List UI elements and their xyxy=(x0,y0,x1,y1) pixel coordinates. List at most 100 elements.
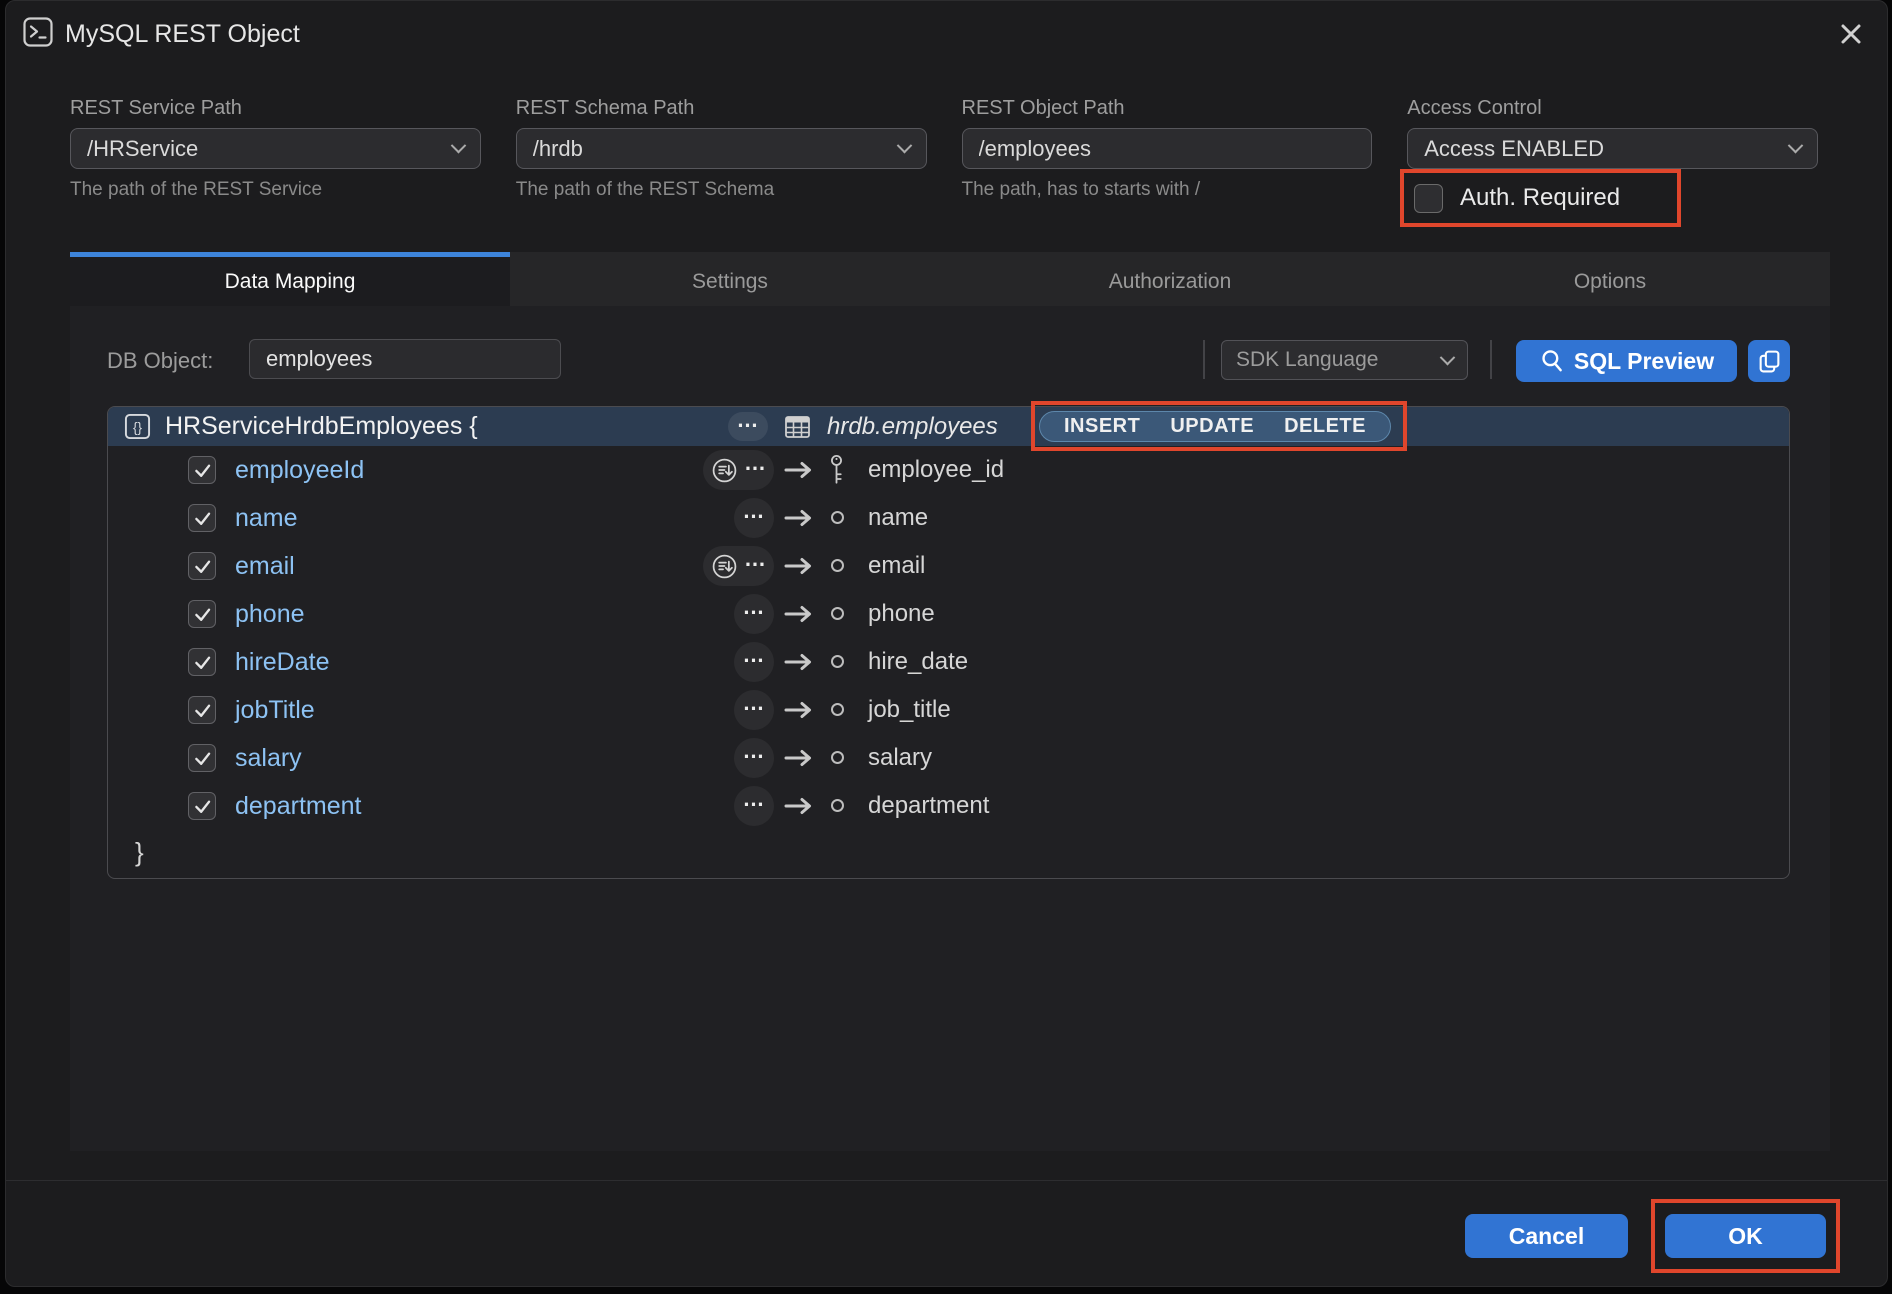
mapping-row-phone: phone … … phone xyxy=(108,590,1789,638)
dialog-title: MySQL REST Object xyxy=(65,20,300,49)
column-circle-icon xyxy=(831,511,844,524)
field-options-button[interactable]: … xyxy=(703,546,774,586)
mapping-tree-header: {} HRServiceHrdbEmployees { … hrdb.emplo… xyxy=(108,407,1789,446)
rest-object-path-input[interactable]: /employees xyxy=(962,128,1373,169)
column-circle-icon xyxy=(831,559,844,572)
maps-to-arrow-icon xyxy=(784,508,814,528)
footer-divider xyxy=(6,1180,1887,1181)
primary-key-icon xyxy=(828,454,845,491)
mapping-row-email: email … … email xyxy=(108,542,1789,590)
maps-to-arrow-icon xyxy=(784,748,814,768)
crud-insert[interactable]: INSERT xyxy=(1064,415,1140,438)
maps-to-arrow-icon xyxy=(784,556,814,576)
checkmark-icon xyxy=(192,796,213,817)
field-options-button[interactable]: … xyxy=(703,450,774,490)
checkmark-icon xyxy=(192,748,213,769)
chevron-down-icon xyxy=(1788,138,1804,154)
column-circle-icon xyxy=(831,703,844,716)
checkmark-icon xyxy=(192,700,213,721)
mapping-row-employeeid: employeeId … … employee_id xyxy=(108,446,1789,494)
field-options-button[interactable]: … xyxy=(734,498,774,538)
mapping-row-hiredate: hireDate … … hire_date xyxy=(108,638,1789,686)
cancel-button[interactable]: Cancel xyxy=(1465,1214,1628,1258)
field-options-button[interactable]: … xyxy=(734,738,774,778)
field-checkbox[interactable] xyxy=(188,648,216,676)
field-options-button[interactable]: … xyxy=(734,690,774,730)
crud-pill: INSERT UPDATE DELETE xyxy=(1039,411,1391,442)
form-field-rest-schema-path: REST Schema Path /hrdb The path of the R… xyxy=(516,97,927,201)
field-checkbox[interactable] xyxy=(188,552,216,580)
column-circle-icon xyxy=(831,607,844,620)
auth-required-label: Auth. Required xyxy=(1460,184,1620,212)
search-icon xyxy=(1539,348,1565,374)
field-options-button[interactable]: … xyxy=(734,594,774,634)
column-circle-icon xyxy=(831,751,844,764)
maps-to-arrow-icon xyxy=(784,460,814,480)
toolbar-divider xyxy=(1203,340,1205,379)
tab-authorization[interactable]: Authorization xyxy=(950,252,1390,306)
mapping-row-department: department … … department xyxy=(108,782,1789,830)
maps-to-arrow-icon xyxy=(784,652,814,672)
rest-object-name: HRServiceHrdbEmployees { xyxy=(165,407,478,446)
field-checkbox[interactable] xyxy=(188,792,216,820)
crud-delete[interactable]: DELETE xyxy=(1284,415,1366,438)
rest-schema-path-dropdown[interactable]: /hrdb xyxy=(516,128,927,169)
checkmark-icon xyxy=(192,460,213,481)
checkmark-icon xyxy=(192,556,213,577)
db-table-name: hrdb.employees xyxy=(827,407,998,446)
sdk-language-dropdown[interactable]: SDK Language xyxy=(1221,340,1468,380)
mapping-row-name: name … … name xyxy=(108,494,1789,542)
mapping-tree: {} HRServiceHrdbEmployees { … hrdb.emplo… xyxy=(107,406,1790,879)
auth-required-checkbox[interactable] xyxy=(1414,184,1443,213)
object-options-button[interactable]: … xyxy=(728,412,768,441)
field-checkbox[interactable] xyxy=(188,600,216,628)
json-object-icon: {} xyxy=(124,413,151,440)
rest-service-path-dropdown[interactable]: /HRService xyxy=(70,128,481,169)
copy-button[interactable] xyxy=(1748,340,1790,382)
form-field-rest-object-path: REST Object Path /employees The path, ha… xyxy=(962,97,1373,201)
closing-brace: } xyxy=(135,830,144,874)
close-icon[interactable] xyxy=(1834,17,1868,51)
field-checkbox[interactable] xyxy=(188,504,216,532)
ok-button[interactable]: OK xyxy=(1665,1214,1826,1258)
sql-preview-button[interactable]: SQL Preview xyxy=(1516,340,1737,382)
checkmark-icon xyxy=(192,652,213,673)
field-checkbox[interactable] xyxy=(188,456,216,484)
db-object-label: DB Object: xyxy=(107,348,213,374)
auth-required-highlight: Auth. Required xyxy=(1400,169,1681,227)
reduce-to-field-icon xyxy=(710,456,739,485)
svg-text:{}: {} xyxy=(133,420,143,435)
field-options-button[interactable]: … xyxy=(734,786,774,826)
chevron-down-icon xyxy=(450,138,466,154)
table-icon xyxy=(784,415,811,439)
copy-icon xyxy=(1757,349,1782,374)
mapping-row-salary: salary … … salary xyxy=(108,734,1789,782)
maps-to-arrow-icon xyxy=(784,604,814,624)
chevron-down-icon xyxy=(1440,349,1456,365)
maps-to-arrow-icon xyxy=(784,700,814,720)
field-checkbox[interactable] xyxy=(188,744,216,772)
chevron-down-icon xyxy=(896,138,912,154)
field-options-button[interactable]: … xyxy=(734,642,774,682)
maps-to-arrow-icon xyxy=(784,796,814,816)
mysql-rest-object-dialog: MySQL REST Object REST Service Path /HRS… xyxy=(5,0,1888,1287)
column-circle-icon xyxy=(831,655,844,668)
tab-data-mapping[interactable]: Data Mapping xyxy=(70,252,510,306)
form-field-rest-service-path: REST Service Path /HRService The path of… xyxy=(70,97,481,201)
toolbar-divider xyxy=(1490,340,1492,379)
reduce-to-field-icon xyxy=(710,552,739,581)
field-checkbox[interactable] xyxy=(188,696,216,724)
data-mapping-panel: DB Object: SDK Language SQL Preview xyxy=(70,306,1830,1151)
mapping-rows: employeeId … … employee_id xyxy=(108,446,1789,830)
db-object-input[interactable] xyxy=(249,339,561,379)
mapping-row-jobtitle: jobTitle … … job_title xyxy=(108,686,1789,734)
checkmark-icon xyxy=(192,604,213,625)
access-control-dropdown[interactable]: Access ENABLED xyxy=(1407,128,1818,169)
tab-options[interactable]: Options xyxy=(1390,252,1830,306)
terminal-icon xyxy=(23,17,53,47)
tab-settings[interactable]: Settings xyxy=(510,252,950,306)
column-circle-icon xyxy=(831,799,844,812)
checkmark-icon xyxy=(192,508,213,529)
tab-bar: Data MappingSettingsAuthorizationOptions xyxy=(70,252,1830,306)
crud-update[interactable]: UPDATE xyxy=(1170,415,1254,438)
